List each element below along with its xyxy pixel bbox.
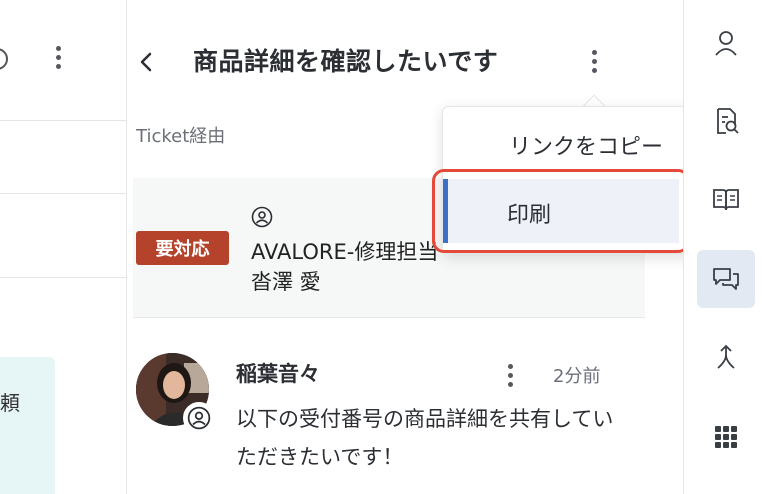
list-item-text: 頼: [0, 391, 20, 415]
conversation-list-pane: 頼: [0, 0, 127, 494]
more-options-icon[interactable]: [591, 50, 597, 73]
merge-icon[interactable]: [697, 328, 755, 386]
message-time: 2分前: [553, 366, 601, 387]
apps-grid-icon[interactable]: [697, 408, 755, 466]
status-circle-icon[interactable]: [0, 48, 8, 70]
divider: [0, 120, 126, 121]
message-more-options-icon[interactable]: [507, 364, 513, 387]
person-icon: [251, 206, 273, 228]
chat-icon[interactable]: [697, 250, 755, 308]
ticket-source-label: Ticket経由: [136, 126, 226, 147]
divider: [0, 193, 126, 194]
book-icon[interactable]: [697, 170, 755, 228]
assignee-name: 沓澤 愛: [251, 270, 321, 294]
message-text: 以下の受付番号の商品詳細を共有していただきたいです！: [236, 407, 614, 469]
assignee-group: AVALORE-修理担当: [251, 240, 439, 264]
list-item-card[interactable]: 頼: [0, 357, 55, 494]
back-button[interactable]: [134, 44, 160, 80]
menu-item-copy-link[interactable]: リンクをコピー: [509, 129, 663, 161]
person-icon[interactable]: [697, 14, 755, 72]
message-sender: 稲葉音々: [236, 362, 320, 386]
document-search-icon[interactable]: [697, 92, 755, 150]
highlight-annotation: [432, 169, 690, 253]
user-badge-icon: [183, 402, 215, 434]
right-sidebar: [683, 0, 762, 494]
status-badge: 要対応: [136, 231, 229, 265]
page-title: 商品詳細を確認したいです: [193, 47, 499, 76]
chevron-left-icon: [140, 52, 152, 72]
list-more-options-icon[interactable]: [55, 46, 61, 69]
divider: [0, 277, 126, 278]
